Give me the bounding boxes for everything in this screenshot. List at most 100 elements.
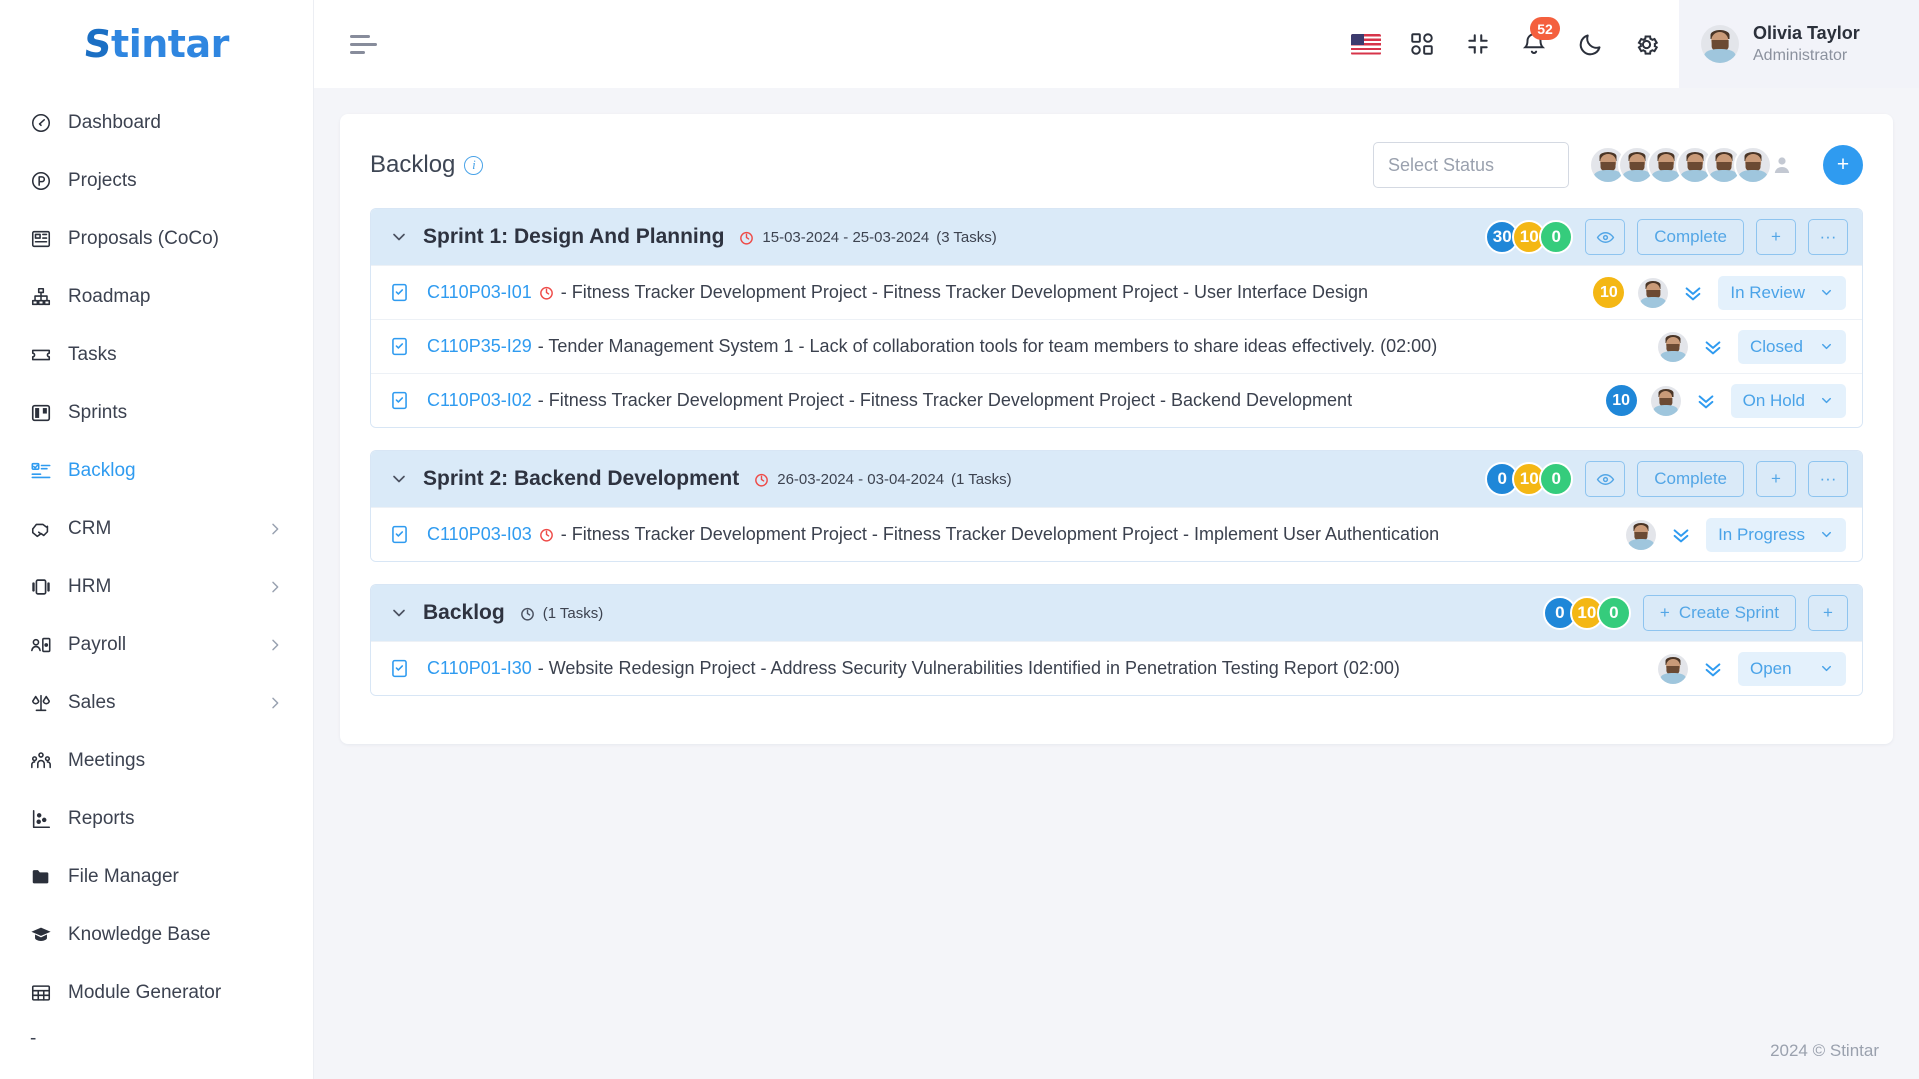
create-sprint-button[interactable]: + Create Sprint bbox=[1642, 595, 1796, 631]
avatar bbox=[1701, 25, 1739, 63]
sidebar: Stintar Dashboard Projects Proposals (CoCo… bbox=[0, 0, 314, 1079]
sprint-task-count: (1 Tasks) bbox=[542, 604, 604, 622]
task-row[interactable]: C110P03-I03 - Fitness Tracker Development… bbox=[371, 507, 1862, 561]
view-sprint-button[interactable] bbox=[1585, 461, 1626, 497]
sprint-group-header[interactable]: Backlog (1 Tasks) 0 10 0 + Create Sprint + bbox=[371, 585, 1862, 641]
expand-task-icon[interactable] bbox=[1702, 336, 1724, 358]
sidebar-item-tasks[interactable]: Tasks bbox=[0, 326, 313, 384]
expand-task-icon[interactable] bbox=[1670, 524, 1692, 546]
task-code[interactable]: C110P03-I01 bbox=[427, 282, 532, 303]
chevron-down-icon bbox=[1819, 285, 1834, 300]
task-checkbox-icon[interactable] bbox=[389, 282, 411, 304]
bell-icon[interactable]: 52 bbox=[1519, 17, 1560, 59]
task-status-select[interactable]: Closed bbox=[1738, 329, 1846, 364]
task-status-select[interactable]: In Progress bbox=[1706, 517, 1846, 552]
task-row[interactable]: C110P03-I02- Fitness Tracker Development… bbox=[371, 373, 1862, 427]
sidebar-item-backlog[interactable]: Backlog bbox=[0, 442, 313, 500]
sidebar-item-projects[interactable]: Projects bbox=[0, 152, 313, 210]
sidebar-item-proposals-coco[interactable]: Proposals (CoCo) bbox=[0, 210, 313, 268]
sprint-point-pills: 0 10 0 bbox=[1485, 462, 1574, 496]
task-status-label: In Progress bbox=[1718, 524, 1805, 544]
moon-icon[interactable] bbox=[1575, 29, 1605, 59]
sprint-meta: (1 Tasks) bbox=[519, 604, 604, 622]
sprint-more-button[interactable]: ··· bbox=[1808, 461, 1848, 497]
add-member-button[interactable]: + bbox=[1823, 145, 1863, 185]
sprint-meta: 15-03-2024 - 25-03-2024 (3 Tasks) bbox=[738, 229, 997, 246]
complete-sprint-button[interactable]: Complete bbox=[1637, 461, 1744, 497]
sidebar-item-file-manager[interactable]: File Manager bbox=[0, 848, 313, 906]
task-code[interactable]: C110P01-I30 bbox=[427, 658, 532, 679]
hamburger-icon[interactable] bbox=[350, 34, 378, 54]
task-row[interactable]: C110P03-I01 - Fitness Tracker Development… bbox=[371, 265, 1862, 319]
sidebar-item-reports[interactable]: Reports bbox=[0, 790, 313, 848]
task-status-label: In Review bbox=[1730, 282, 1805, 302]
sidebar-item-payroll[interactable]: Payroll bbox=[0, 616, 313, 674]
task-checkbox-icon[interactable] bbox=[389, 336, 411, 358]
brand-logo[interactable]: Stintar bbox=[0, 0, 313, 88]
compress-icon[interactable] bbox=[1463, 29, 1493, 59]
sprint-more-button[interactable]: ··· bbox=[1808, 219, 1848, 255]
task-checkbox-icon[interactable] bbox=[389, 390, 411, 412]
task-estimate-badge: 10 bbox=[1593, 277, 1625, 308]
info-icon[interactable]: i bbox=[464, 155, 484, 175]
sidebar-item-meetings[interactable]: Meetings bbox=[0, 732, 313, 790]
sidebar-item-label: Sales bbox=[68, 692, 116, 713]
sprint-meta: 26-03-2024 - 03-04-2024 (1 Tasks) bbox=[753, 471, 1012, 488]
sidebar-item-label: Backlog bbox=[68, 460, 136, 481]
sidebar-item-hrm[interactable]: HRM bbox=[0, 558, 313, 616]
task-description: - Fitness Tracker Development Project - … bbox=[560, 524, 1440, 544]
expand-task-icon[interactable] bbox=[1695, 390, 1717, 412]
sidebar-nav: Dashboard Projects Proposals (CoCo) Roadmap… bbox=[0, 88, 313, 1022]
add-task-button[interactable]: + bbox=[1808, 595, 1848, 631]
task-code[interactable]: C110P35-I29 bbox=[427, 336, 532, 357]
view-sprint-button[interactable] bbox=[1585, 219, 1626, 255]
us-flag-icon[interactable] bbox=[1351, 29, 1381, 59]
task-status-select[interactable]: In Review bbox=[1718, 275, 1846, 310]
task-status-select[interactable]: Open bbox=[1738, 651, 1846, 686]
chevron-right-icon bbox=[267, 521, 283, 537]
task-title: C110P01-I30- Website Redesign Project - … bbox=[427, 658, 1400, 679]
grid-table-icon bbox=[30, 982, 52, 1004]
sidebar-item-sprints[interactable]: Sprints bbox=[0, 384, 313, 442]
sprint-group-header[interactable]: Sprint 2: Backend Development 26-03-2024 … bbox=[371, 451, 1862, 507]
folder-icon bbox=[30, 866, 52, 888]
board-icon bbox=[30, 402, 52, 424]
task-status-select[interactable]: On Hold bbox=[1730, 383, 1846, 418]
complete-sprint-button[interactable]: Complete bbox=[1637, 219, 1744, 255]
expand-task-icon[interactable] bbox=[1702, 658, 1724, 680]
sidebar-item-crm[interactable]: CRM bbox=[0, 500, 313, 558]
status-filter-select[interactable]: Select Status bbox=[1373, 142, 1569, 188]
member-avatar[interactable] bbox=[1734, 146, 1772, 184]
apps-grid-icon[interactable] bbox=[1407, 29, 1437, 59]
task-checkbox-icon[interactable] bbox=[389, 524, 411, 546]
layout-icon bbox=[30, 228, 52, 250]
sidebar-item-label: File Manager bbox=[68, 866, 179, 887]
sidebar-item-module-generator[interactable]: Module Generator bbox=[0, 964, 313, 1022]
sidebar-item-knowledge-base[interactable]: Knowledge Base bbox=[0, 906, 313, 964]
chevron-down-icon[interactable] bbox=[389, 227, 409, 247]
page-content: Backlog i Select Status + Sprint 1: Desi… bbox=[314, 88, 1919, 1023]
chevron-down-icon[interactable] bbox=[389, 469, 409, 489]
expand-task-icon[interactable] bbox=[1682, 282, 1704, 304]
task-checkbox-icon[interactable] bbox=[389, 658, 411, 680]
sidebar-item-sales[interactable]: Sales bbox=[0, 674, 313, 732]
sprint-group-header[interactable]: Sprint 1: Design And Planning 15-03-2024 … bbox=[371, 209, 1862, 265]
gear-icon[interactable] bbox=[1631, 29, 1661, 59]
sidebar-item-dashboard[interactable]: Dashboard bbox=[0, 94, 313, 152]
task-row[interactable]: C110P01-I30- Website Redesign Project - … bbox=[371, 641, 1862, 695]
user-card-icon bbox=[30, 634, 52, 656]
topbar: 52 Olivia Taylor Administrator bbox=[314, 0, 1919, 88]
clock-icon bbox=[753, 471, 770, 488]
chevron-down-icon[interactable] bbox=[389, 603, 409, 623]
task-code[interactable]: C110P03-I02 bbox=[427, 390, 532, 411]
sprint-group: Backlog (1 Tasks) 0 10 0 + Create Sprint + C110P… bbox=[370, 584, 1863, 696]
user-profile[interactable]: Olivia Taylor Administrator bbox=[1679, 0, 1919, 88]
sidebar-item-roadmap[interactable]: Roadmap bbox=[0, 268, 313, 326]
task-assignee-avatar bbox=[1638, 277, 1669, 308]
task-code[interactable]: C110P03-I03 bbox=[427, 524, 532, 545]
task-row[interactable]: C110P35-I29- Tender Management System 1 … bbox=[371, 319, 1862, 373]
sidebar-item-label: Roadmap bbox=[68, 286, 151, 307]
add-task-button[interactable]: + bbox=[1756, 461, 1796, 497]
task-assignee-avatar bbox=[1626, 519, 1657, 550]
add-task-button[interactable]: + bbox=[1756, 219, 1796, 255]
